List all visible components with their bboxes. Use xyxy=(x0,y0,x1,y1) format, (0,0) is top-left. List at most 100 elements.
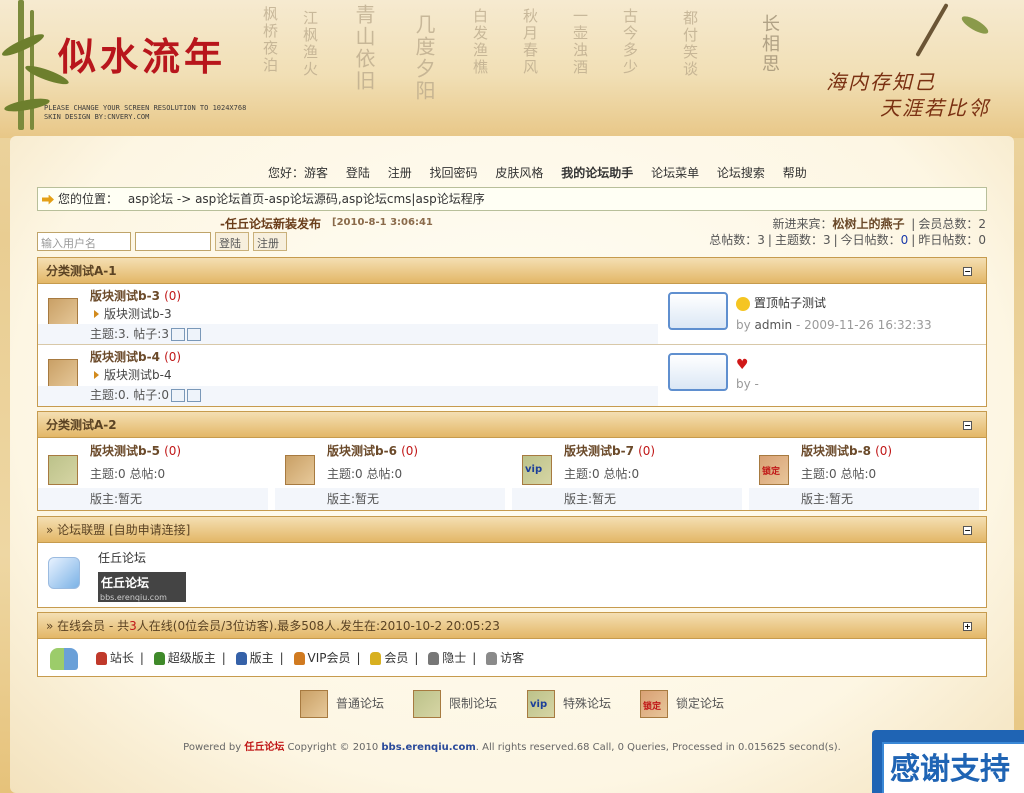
breadcrumb-path[interactable]: asp论坛 -> asp论坛首页-asp论坛源码,asp论坛cms|asp论坛程… xyxy=(128,192,485,206)
sub-board[interactable]: 版块测试b-3 xyxy=(94,305,172,322)
collapse-icon[interactable]: − xyxy=(963,526,972,535)
decorative-calligraphy: 几度夕阳 xyxy=(412,14,436,102)
expand-icon[interactable]: + xyxy=(963,622,972,631)
user-icon[interactable] xyxy=(187,328,201,341)
board-name[interactable]: 版块测试b-4 (0) xyxy=(90,348,181,365)
board-meta: 主题:0 总帖:0 xyxy=(327,467,403,481)
board-cell: vip 版块测试b-7 (0) 主题:0 总帖:0 版主:暂无 xyxy=(512,438,749,510)
member-total-label: 会员总数： xyxy=(918,217,979,231)
board-moderator: 版主:暂无 xyxy=(327,492,380,506)
online-title-suffix: 人在线(0位会员/3位访客).最多508人.发生在:2010-10-2 20:0… xyxy=(136,619,500,633)
location-label: 您的位置： xyxy=(58,192,119,206)
nav-forum-assistant[interactable]: 我的论坛助手 xyxy=(561,166,633,180)
category-a2-title[interactable]: 分类测试A-2 xyxy=(46,418,117,432)
today-label: 今日帖数： xyxy=(840,233,901,247)
newest-member-label: 新进来宾： xyxy=(772,217,833,231)
board-meta: 主题:3. 帖子:3 xyxy=(90,325,201,342)
alliance-body: 任丘论坛 任丘论坛 bbs.erenqiu.com xyxy=(38,543,986,607)
category-a1-header: 分类测试A-1 − xyxy=(38,258,986,284)
board-cell: 版块测试b-6 (0) 主题:0 总帖:0 版主:暂无 xyxy=(275,438,512,510)
category-a2-header: 分类测试A-2 − xyxy=(38,412,986,438)
online-members: » 在线会员 - 共3人在线(0位会员/3位访客).最多508人.发生在:201… xyxy=(37,612,987,677)
decorative-calligraphy: 江枫渔火 xyxy=(301,10,319,78)
collapse-icon[interactable]: − xyxy=(963,421,972,430)
role-member: 会员 xyxy=(370,651,408,665)
forum-icon xyxy=(300,690,328,718)
last-post-thumbnail[interactable] xyxy=(668,353,728,391)
nav-forum-search[interactable]: 论坛搜索 xyxy=(717,166,765,180)
banner: 枫桥夜泊 江枫渔火 青山依旧 几度夕阳 白发渔樵 秋月春风 一壶浊酒 古今多少 … xyxy=(0,0,1024,138)
topics-value: 3 xyxy=(822,233,831,247)
user-icon[interactable] xyxy=(187,389,201,402)
role-super-mod: 超级版主 xyxy=(153,651,216,665)
collapse-icon[interactable]: − xyxy=(963,267,972,276)
footer-site-link[interactable]: bbs.erenqiu.com xyxy=(381,742,475,753)
last-post-user[interactable]: admin xyxy=(755,318,793,332)
last-post-thumbnail[interactable] xyxy=(668,292,728,330)
user-icon xyxy=(235,652,247,665)
forum-alliance: » 论坛联盟 [自助申请连接] − 任丘论坛 任丘论坛 bbs.erenqiu.c… xyxy=(37,516,987,608)
decorative-calligraphy: 一壶浊酒 xyxy=(571,8,589,76)
username-input[interactable]: 输入用户名 xyxy=(37,232,131,251)
board-name[interactable]: 版块测试b-3 (0) xyxy=(90,287,181,304)
category-a1-title[interactable]: 分类测试A-1 xyxy=(46,264,117,278)
yesterday-label: 昨日帖数： xyxy=(918,233,979,247)
footer: Powered by 任丘论坛 Copyright © 2010 bbs.ere… xyxy=(183,742,841,753)
sub-board[interactable]: 版块测试b-4 xyxy=(94,366,172,383)
board-name[interactable]: 版块测试b-5 (0) xyxy=(90,442,181,459)
nav-skin-style[interactable]: 皮肤风格 xyxy=(495,166,543,180)
nav-help[interactable]: 帮助 xyxy=(783,166,807,180)
alliance-header: » 论坛联盟 [自助申请连接] − xyxy=(38,517,986,543)
last-post-title[interactable]: 置顶帖子测试 xyxy=(736,294,826,311)
decorative-calligraphy: 都付笑谈 xyxy=(681,10,699,78)
forum-icon xyxy=(48,455,78,485)
news-title[interactable]: -任丘论坛新装发布 xyxy=(220,215,321,232)
member-stats: 新进来宾：松树上的燕子 | 会员总数：2 xyxy=(772,217,986,231)
nav-forum-menu[interactable]: 论坛菜单 xyxy=(651,166,699,180)
news-date: [2010-8-1 3:06:41 xyxy=(332,217,433,228)
role-mod: 版主 xyxy=(235,651,274,665)
legend-special: vip 特殊论坛 xyxy=(527,690,611,718)
login-button[interactable]: 登陆 xyxy=(215,232,249,251)
floating-ad[interactable]: 感谢支持 xyxy=(872,730,1024,793)
last-post-info: by - xyxy=(736,377,759,391)
legend-restricted: 限制论坛 xyxy=(413,690,497,718)
site-logo[interactable]: 似水流年 xyxy=(58,26,226,81)
board-row: 版块测试b-4 (0) 版块测试b-4 主题:0. 帖子:0 ♥ by - xyxy=(38,345,986,406)
user-icon xyxy=(370,652,382,665)
role-admin: 站长 xyxy=(95,651,134,665)
board-meta: 主题:0 总帖:0 xyxy=(90,467,166,481)
board-name[interactable]: 版块测试b-8 (0) xyxy=(801,442,892,459)
register-button[interactable]: 注册 xyxy=(253,232,287,251)
role-vip: VIP会员 xyxy=(293,651,351,665)
board-row: 版块测试b-3 (0) 版块测试b-3 主题:3. 帖子:3 置顶帖子测试 by… xyxy=(38,284,986,345)
slogan-line-1: 海内存知己 xyxy=(826,70,936,94)
nav-login[interactable]: 登陆 xyxy=(346,166,370,180)
board-name[interactable]: 版块测试b-6 (0) xyxy=(327,442,418,459)
board-grid: 版块测试b-5 (0) 主题:0 总帖:0 版主:暂无 版块测试b-6 (0) … xyxy=(38,438,986,510)
legend-normal: 普通论坛 xyxy=(300,690,384,718)
footer-brand[interactable]: 任丘论坛 xyxy=(244,742,284,753)
locked-forum-icon: 锁定 xyxy=(640,690,668,718)
password-input[interactable] xyxy=(135,232,211,251)
decorative-calligraphy: 古今多少 xyxy=(621,8,639,76)
nav-register[interactable]: 注册 xyxy=(388,166,412,180)
alliance-link[interactable]: 任丘论坛 xyxy=(98,549,146,566)
page: 枫桥夜泊 江枫渔火 青山依旧 几度夕阳 白发渔樵 秋月春风 一壶浊酒 古今多少 … xyxy=(0,0,1024,793)
decorative-calligraphy: 长相思 xyxy=(759,14,780,74)
forum-icon xyxy=(285,455,315,485)
category-a1: 分类测试A-1 − 版块测试b-3 (0) 版块测试b-3 主题:3. 帖子:3… xyxy=(37,257,987,407)
breadcrumb: 您的位置： asp论坛 -> asp论坛首页-asp论坛源码,asp论坛cms|… xyxy=(37,187,987,211)
nav-recover-password[interactable]: 找回密码 xyxy=(430,166,478,180)
board-name[interactable]: 版块测试b-7 (0) xyxy=(564,442,655,459)
user-icon xyxy=(486,652,498,665)
alliance-title[interactable]: » 论坛联盟 [自助申请连接] xyxy=(46,523,190,537)
newest-member-link[interactable]: 松树上的燕子 xyxy=(832,217,904,231)
pencil-icon[interactable] xyxy=(171,389,185,402)
top-nav: 您好：游客 登陆 注册 找回密码 皮肤风格 我的论坛助手 论坛菜单 论坛搜索 帮… xyxy=(268,164,821,181)
topics-label: 主题数： xyxy=(774,233,823,247)
pencil-icon[interactable] xyxy=(171,328,185,341)
last-post-info: by admin - 2009-11-26 16:32:33 xyxy=(736,318,932,332)
board-cell: 锁定 版块测试b-8 (0) 主题:0 总帖:0 版主:暂无 xyxy=(749,438,986,510)
alliance-logo[interactable]: 任丘论坛 bbs.erenqiu.com xyxy=(98,572,186,602)
